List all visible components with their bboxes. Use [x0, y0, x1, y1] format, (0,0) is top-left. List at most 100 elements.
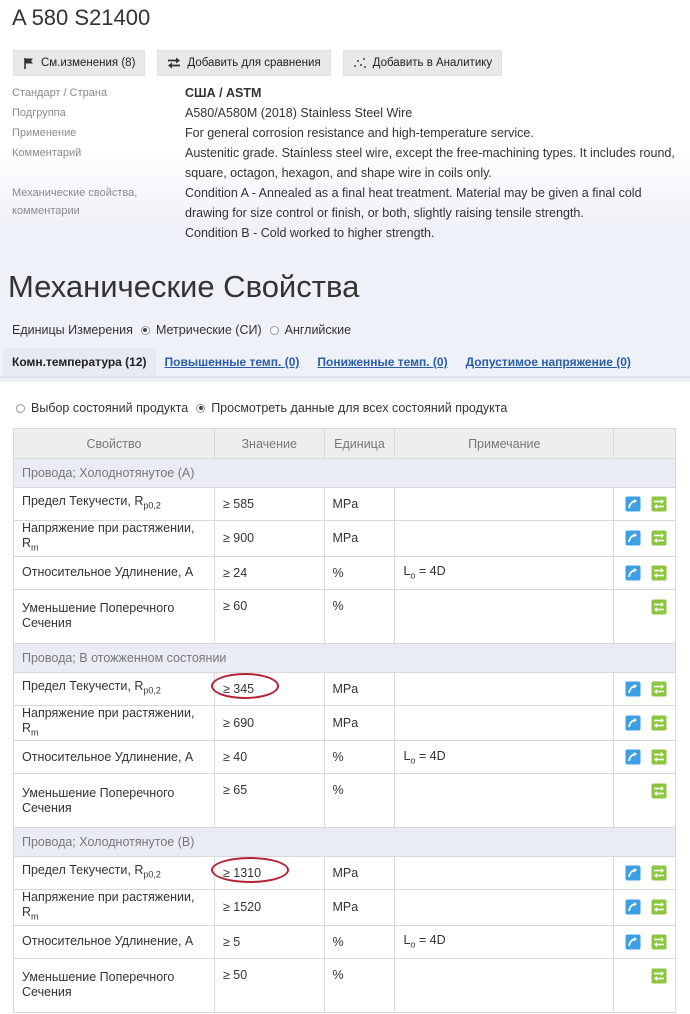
tab-room-temp[interactable]: Комн.температура (12) — [3, 348, 156, 376]
compare-icon[interactable] — [651, 496, 667, 512]
flag-icon — [23, 57, 35, 70]
unit-cell: % — [323, 740, 396, 774]
compare-icon[interactable] — [651, 899, 667, 915]
chart-icon[interactable] — [625, 565, 641, 581]
unit-cell: MPa — [323, 856, 396, 890]
units-english-radio[interactable] — [269, 325, 279, 335]
compare-icon[interactable] — [651, 934, 667, 950]
note-text-rest: = 4D — [415, 564, 446, 579]
meta-value: США / ASTM — [185, 86, 262, 100]
section-title: Механические Свойства — [8, 269, 360, 304]
value-cell: ≥ 50 — [213, 957, 325, 1013]
property-name: Предел Текучести, R — [22, 863, 144, 878]
value-text: ≥ 50 — [222, 967, 248, 982]
add-to-analytics-button[interactable]: Добавить в Аналитику — [342, 50, 503, 76]
table-row: Относительное Удлинение, A ≥ 40% Lo = 4D — [13, 740, 676, 774]
chart-icon[interactable] — [625, 530, 641, 546]
table-row: Относительное Удлинение, A ≥ 5% Lo = 4D — [13, 924, 676, 959]
meta-label: Стандарт / Страна — [12, 87, 108, 99]
note-cell — [394, 957, 615, 1013]
table-group-row: Провода; Холоднотянутое (A) — [13, 458, 676, 488]
property-cell: Относительное Удлинение, A — [13, 740, 215, 774]
view-select-states-radio[interactable] — [16, 403, 25, 413]
actions-cell — [613, 889, 676, 926]
row-actions — [622, 934, 667, 950]
value-cell: ≥ 900 — [213, 520, 325, 557]
meta-subgroup: Подгруппа A580/A580M (2018) Stainless St… — [12, 103, 678, 123]
value-cell: ≥ 5 — [213, 924, 325, 959]
actions-cell — [613, 773, 676, 828]
chart-icon[interactable] — [625, 899, 641, 915]
compare-icon[interactable] — [651, 783, 667, 799]
value-text: ≥ 5 — [222, 934, 241, 949]
unit-cell: MPa — [323, 520, 396, 557]
meta-comment: Комментарий Austenitic grade. Stainless … — [12, 143, 678, 183]
value-cell: ≥ 40 — [213, 740, 325, 774]
chart-icon[interactable] — [625, 934, 641, 950]
tab-low-temp[interactable]: Пониженные темп. (0) — [308, 348, 456, 376]
note-cell — [394, 520, 615, 557]
col-header-note: Примечание — [394, 428, 615, 459]
units-metric-radio[interactable] — [140, 325, 150, 335]
table-row: Напряжение при растяжении, Rm ≥ 690 MPa — [13, 704, 676, 741]
row-actions — [622, 749, 667, 765]
property-cell: Предел Текучести, Rp0,2 — [13, 487, 215, 521]
scatter-dots-icon — [353, 57, 367, 69]
property-cell: Напряжение при растяжении, Rm — [13, 889, 215, 926]
tab-allowable-stress[interactable]: Допустимое напряжение (0) — [457, 348, 640, 376]
highlight-oval — [210, 857, 289, 883]
view-all-states-radio[interactable] — [196, 403, 206, 413]
material-meta: Стандарт / Страна США / ASTM Подгруппа A… — [0, 78, 690, 243]
note-cell — [394, 856, 615, 890]
view-changes-label: См.изменения (8) — [41, 57, 136, 69]
property-cell: Относительное Удлинение, A — [13, 555, 215, 590]
compare-icon[interactable] — [651, 565, 667, 581]
meta-value: For general corrosion resistance and hig… — [185, 126, 534, 140]
compare-icon[interactable] — [651, 749, 667, 765]
actions-cell — [613, 555, 676, 590]
units-label: Единицы Измерения — [12, 323, 133, 337]
chart-icon[interactable] — [625, 715, 641, 731]
chart-icon[interactable] — [625, 681, 641, 697]
tab-elevated-temp[interactable]: Повышенные темп. (0) — [156, 348, 309, 376]
compare-icon[interactable] — [651, 530, 667, 546]
chart-icon[interactable] — [625, 749, 641, 765]
value-text: ≥ 40 — [222, 750, 248, 764]
add-to-compare-button[interactable]: Добавить для сравнения — [157, 50, 331, 76]
value-text: ≥ 1520 — [222, 900, 262, 915]
unit-text: % — [332, 934, 344, 949]
property-name: Относительное Удлинение, A — [22, 749, 194, 764]
swap-arrows-icon — [167, 57, 181, 69]
property-name: Предел Текучести, R — [22, 494, 144, 509]
property-cell: Напряжение при растяжении, Rm — [13, 704, 215, 741]
meta-value: A580/A580M (2018) Stainless Steel Wire — [185, 106, 413, 120]
highlighted-value: ≥ 345 — [210, 672, 279, 699]
chart-icon[interactable] — [625, 865, 641, 881]
property-name: Уменьшение Поперечного Сечения — [22, 970, 175, 999]
view-changes-button[interactable]: См.изменения (8) — [13, 50, 146, 76]
compare-icon[interactable] — [651, 968, 667, 984]
note-cell — [394, 889, 615, 926]
group-label: Провода; В отожженном состоянии — [13, 642, 676, 673]
meta-application: Применение For general corrosion resista… — [12, 123, 678, 143]
table-row: Напряжение при растяжении, Rm ≥ 1520 MPa — [13, 889, 676, 926]
actions-cell — [613, 704, 676, 741]
chart-icon[interactable] — [625, 496, 641, 512]
meta-label: Механические свойства, комментарии — [12, 187, 138, 217]
group-label: Провода; Холоднотянутое (A) — [13, 458, 676, 488]
compare-icon[interactable] — [651, 681, 667, 697]
compare-icon[interactable] — [651, 715, 667, 731]
property-name: Напряжение при растяжении, R — [22, 890, 195, 919]
compare-icon[interactable] — [651, 865, 667, 881]
property-subscript: m — [31, 727, 39, 737]
table-body: Провода; Холоднотянутое (A) Предел Текуче… — [13, 458, 676, 1013]
row-actions — [622, 865, 667, 881]
compare-icon[interactable] — [651, 599, 667, 615]
actions-cell — [613, 671, 676, 706]
row-actions — [622, 599, 667, 615]
property-name: Относительное Удлинение, A — [22, 565, 194, 579]
property-subscript: p0,2 — [143, 500, 161, 511]
actions-cell — [613, 588, 676, 644]
property-subscript: p0,2 — [143, 869, 161, 880]
unit-text: MPa — [332, 681, 359, 696]
